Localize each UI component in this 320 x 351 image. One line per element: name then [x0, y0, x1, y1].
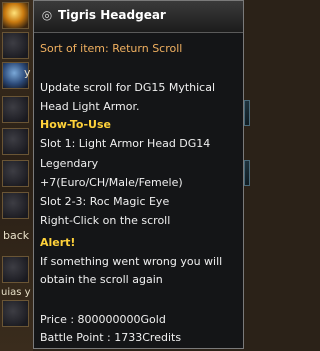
background-label: y: [24, 66, 31, 79]
howto-line: +7(Euro/CH/Male/Femele): [40, 176, 183, 189]
price-text: Price : 800000000Gold: [40, 313, 166, 326]
howto-line: Slot 1: Light Armor Head DG14: [40, 137, 211, 150]
howto-line: Slot 2-3: Roc Magic Eye: [40, 195, 170, 208]
inventory-slot[interactable]: [2, 192, 29, 219]
tooltip-titlebar: ◎ Tigris Headgear: [34, 1, 243, 33]
alert-heading: Alert!: [40, 236, 76, 249]
bullet-icon: ◎: [41, 8, 53, 22]
howto-heading: How-To-Use: [40, 118, 111, 131]
inventory-slot[interactable]: [2, 300, 29, 327]
battle-point-text: Battle Point : 1733Credits: [40, 331, 182, 344]
inventory-slot[interactable]: [2, 96, 29, 123]
description-line: Head Light Armor.: [40, 100, 140, 113]
howto-line: Legendary: [40, 157, 99, 170]
inventory-slot-gem[interactable]: [2, 2, 29, 29]
alert-line: If something went wrong you will: [40, 255, 223, 268]
inventory-slot[interactable]: [244, 100, 250, 126]
inventory-slot[interactable]: [2, 160, 29, 187]
inventory-strip: [0, 0, 33, 351]
alert-line: obtain the scroll again: [40, 273, 163, 286]
item-tooltip: ◎ Tigris Headgear Sort of item: Return S…: [33, 0, 244, 349]
howto-line: Right-Click on the scroll: [40, 214, 171, 227]
back-button[interactable]: back: [3, 229, 29, 242]
item-title: Tigris Headgear: [58, 8, 166, 22]
inventory-slot[interactable]: [2, 128, 29, 155]
inventory-slot[interactable]: [2, 32, 29, 59]
inventory-slot[interactable]: [244, 160, 250, 186]
inventory-slot[interactable]: [2, 256, 29, 283]
item-sort: Sort of item: Return Scroll: [40, 42, 183, 55]
background-label: uias y: [1, 287, 31, 298]
description-line: Update scroll for DG15 Mythical: [40, 81, 216, 94]
